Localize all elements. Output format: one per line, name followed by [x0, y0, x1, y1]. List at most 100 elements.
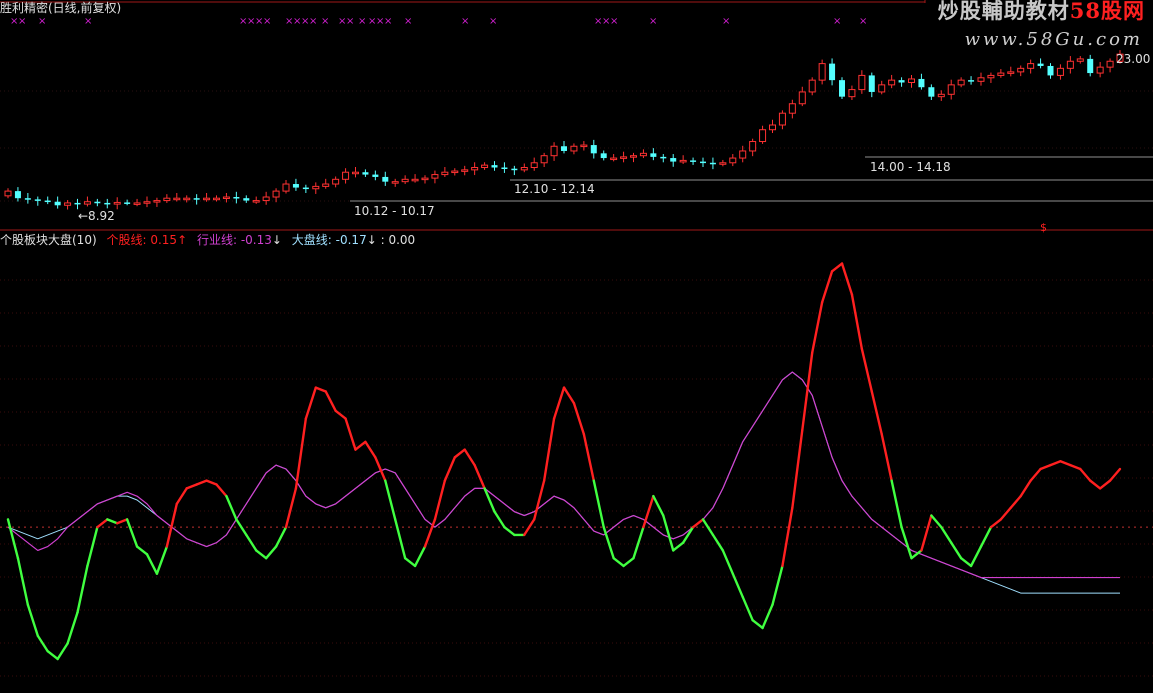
candle-body-up	[173, 197, 181, 201]
candle-body-down	[1087, 58, 1094, 74]
signal-x-marker: ×	[18, 16, 27, 27]
signal-x-marker: ×	[346, 16, 355, 27]
stock-line-segment	[1009, 494, 1022, 509]
candle-body-up	[987, 74, 995, 79]
stock-line-segment	[801, 351, 814, 432]
candle-body-down	[590, 145, 597, 154]
candle-body-down	[670, 158, 677, 162]
candle-body-up	[113, 201, 121, 205]
signal-x-marker: ×	[610, 16, 619, 27]
stock-line-segment	[950, 541, 963, 560]
signal-x-marker: ×	[358, 16, 367, 27]
stock-line-segment	[364, 440, 377, 459]
signal-x-marker: ×	[309, 16, 318, 27]
stock-line-segment	[324, 390, 337, 413]
stock-line-segment	[592, 479, 605, 529]
stock-line-segment	[552, 386, 566, 420]
down-arrow-icon: ↓	[271, 233, 282, 247]
stock-line-segment	[116, 518, 129, 525]
candle-body-up	[1007, 71, 1015, 74]
sector-line-value: -0.13	[240, 233, 272, 247]
candle-body-up	[272, 190, 280, 198]
stock-line-segment	[433, 479, 447, 521]
candle-body-down	[94, 201, 101, 204]
stock-line-segment	[602, 525, 615, 560]
stock-line-segment	[264, 545, 278, 560]
chart-title: 胜利精密(日线,前复权)	[0, 1, 122, 15]
candle-body-up	[798, 91, 806, 105]
stock-line-segment	[711, 533, 725, 552]
stock-line-segment	[572, 401, 586, 436]
candle-body-up	[1076, 58, 1084, 62]
stock-line-segment	[880, 432, 893, 482]
stock-line-segment	[900, 525, 913, 560]
candle-body-down	[918, 78, 925, 88]
stock-line-segment	[840, 262, 854, 296]
candle-body-up	[391, 181, 399, 184]
stock-line-segment	[1069, 463, 1082, 471]
stock-line-segment	[969, 545, 983, 568]
stock-line-segment	[632, 525, 645, 560]
up-arrow-icon: ↑	[177, 233, 188, 247]
candle-body-up	[778, 112, 786, 126]
stock-line-segment	[1079, 467, 1092, 482]
candle-body-up	[977, 77, 985, 82]
candle-body-up	[431, 174, 439, 179]
candle-body-up	[888, 79, 896, 86]
signal-x-marker: ×	[404, 16, 413, 27]
candle-body-up	[481, 164, 489, 168]
candle-body-up	[1106, 60, 1114, 68]
stock-line-segment	[959, 556, 973, 568]
stock-line-segment	[384, 479, 397, 521]
candle-body-up	[342, 171, 350, 180]
candle-body-down	[44, 200, 51, 203]
candle-body-down	[501, 167, 508, 169]
watermark-url: www.58Gu.com	[964, 29, 1143, 50]
stock-line-segment	[6, 518, 20, 560]
price-annotation-low: ←8.92	[78, 209, 115, 223]
candle-body-up	[878, 84, 886, 93]
candle-body-down	[382, 176, 389, 182]
candle-body-up	[252, 200, 260, 203]
candle-body-up	[352, 171, 359, 175]
stock-line-segment	[56, 642, 69, 661]
stock-line-segment	[354, 440, 367, 451]
stock-line-segment	[1049, 460, 1062, 467]
candle-body-up	[133, 202, 141, 205]
stock-line-segment	[890, 479, 903, 529]
candle-body-up	[679, 159, 687, 163]
stock-line-segment	[225, 494, 238, 521]
candle-body-up	[332, 178, 340, 185]
candle-body-down	[14, 191, 21, 199]
stock-line-segment	[1059, 460, 1072, 467]
stock-line-segment	[930, 514, 943, 529]
signal-x-marker: ×	[649, 16, 658, 27]
stock-line-segment	[165, 502, 178, 548]
candle-body-up	[788, 103, 796, 114]
candle-body-down	[839, 80, 845, 97]
candle-body-up	[947, 84, 955, 95]
stock-line-segment	[999, 506, 1012, 521]
candle-body-up	[4, 190, 12, 197]
signal-x-marker: ×	[489, 16, 498, 27]
stock-line-segment	[652, 494, 665, 517]
stock-line-segment	[989, 518, 1003, 529]
stock-line-segment	[701, 518, 715, 537]
stock-line-segment	[741, 595, 754, 622]
candle-body-down	[124, 202, 131, 204]
candle-body-up	[471, 167, 479, 171]
stock-line-segment	[106, 518, 119, 525]
stock-line-segment	[403, 556, 417, 568]
candle-body-down	[829, 63, 836, 81]
stock-line-segment	[542, 417, 556, 482]
candle-body-down	[233, 197, 240, 199]
candle-body-up	[937, 93, 945, 98]
stock-line-segment	[672, 541, 685, 552]
stock-line-segment	[215, 483, 228, 498]
stock-line-segment	[145, 553, 159, 575]
price-annotation-range-3: 14.00 - 14.18	[870, 160, 951, 174]
stock-line-segment	[26, 603, 39, 637]
candle-body-up	[908, 78, 915, 84]
candle-body-up	[630, 155, 637, 158]
candle-body-up	[461, 169, 469, 172]
